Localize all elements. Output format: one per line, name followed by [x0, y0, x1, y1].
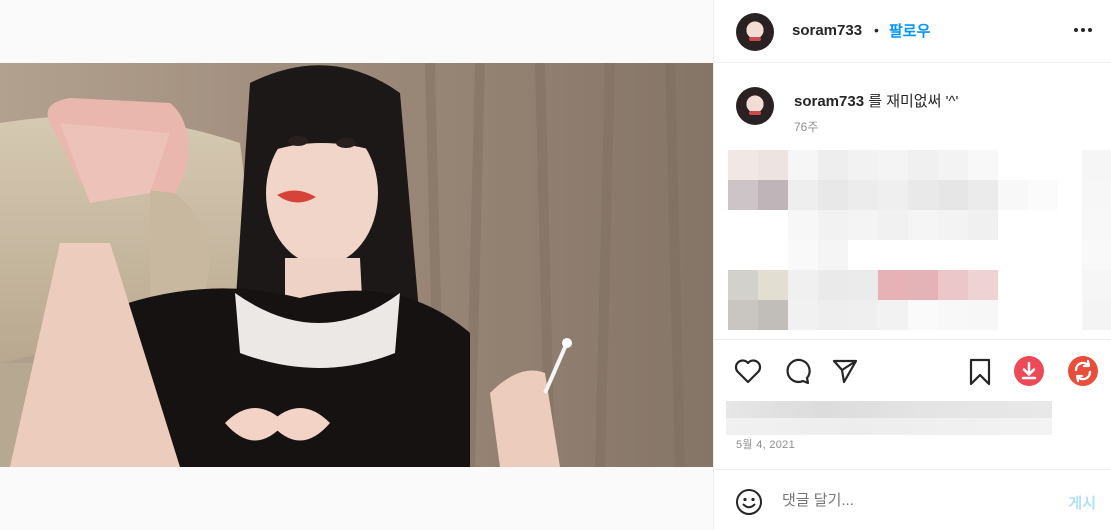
add-comment-bar: 게시: [714, 469, 1111, 530]
post-comment-button[interactable]: 게시: [1068, 492, 1096, 513]
blurred-comments: [728, 150, 1111, 339]
caption-line: soram733 를 재미없써 '^': [794, 90, 958, 111]
follow-button[interactable]: 팔로우: [889, 20, 930, 41]
comment-input[interactable]: [782, 492, 1042, 509]
bookmark-icon[interactable]: [968, 358, 992, 391]
repost-icon[interactable]: [1067, 355, 1099, 392]
more-icon[interactable]: [1072, 19, 1094, 41]
post-header: soram733 • 팔로우: [714, 0, 1111, 63]
post-side-panel: soram733 • 팔로우 soram733 를 재미없써 '^' 76주 5…: [713, 0, 1111, 530]
caption-avatar[interactable]: [736, 87, 774, 125]
post-media-area: [0, 0, 713, 530]
download-icon[interactable]: [1013, 355, 1045, 392]
post-date: 5월 4, 2021: [736, 439, 795, 451]
heart-icon[interactable]: [734, 358, 762, 389]
post-photo[interactable]: [0, 63, 713, 467]
header-username[interactable]: soram733: [792, 22, 862, 39]
caption-age: 76주: [794, 120, 819, 134]
header-avatar[interactable]: [736, 13, 774, 51]
separator-dot: •: [874, 22, 879, 38]
emoji-icon[interactable]: [735, 488, 763, 521]
comment-icon[interactable]: [783, 357, 811, 390]
share-icon[interactable]: [831, 357, 859, 390]
caption-text: 를 재미없써 '^': [864, 93, 959, 110]
post-photo-image: [0, 63, 713, 467]
comments-area: soram733 를 재미없써 '^' 76주: [714, 63, 1111, 339]
caption-username[interactable]: soram733: [794, 93, 864, 110]
post-actions: 5월 4, 2021: [714, 339, 1111, 469]
blurred-likes: [726, 401, 1052, 435]
